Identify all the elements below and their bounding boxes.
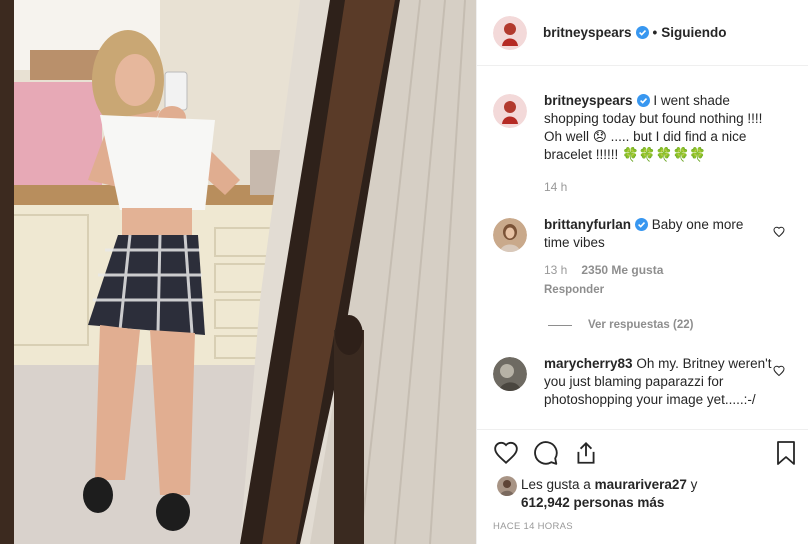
post-photo[interactable] [0, 0, 476, 544]
liked-conjunction: y [690, 477, 698, 492]
replies-divider [548, 324, 572, 326]
verified-icon [635, 26, 649, 39]
caption-username[interactable]: britneyspears [544, 93, 633, 108]
follow-button[interactable]: Siguiendo [661, 25, 726, 40]
comment-icon[interactable] [533, 440, 559, 466]
avatar[interactable] [493, 357, 527, 391]
likes-count-link[interactable]: 612,942 personas más [521, 495, 664, 510]
comment-time[interactable]: 13 h [544, 263, 567, 277]
liked-by: Les gusta a maurarivera27 y 612,942 pers… [497, 476, 797, 512]
comment-username[interactable]: brittanyfurlan [544, 217, 631, 232]
post-header: britneyspears • Siguiendo [477, 0, 808, 66]
avatar[interactable] [493, 94, 527, 128]
action-icons [493, 440, 613, 466]
liked-prefix: Les gusta a [521, 477, 591, 492]
comment-item: marycherry83 Oh my. Britney weren't you … [493, 355, 793, 409]
caption-timestamp[interactable]: 14 h [544, 180, 567, 194]
header-separator: • [652, 25, 658, 40]
bookmark-icon[interactable] [775, 440, 797, 466]
like-comment-heart-icon[interactable] [773, 365, 785, 377]
liked-user-link[interactable]: maurarivera27 [595, 477, 687, 492]
avatar[interactable] [493, 15, 527, 50]
view-replies-button[interactable]: Ver respuestas (22) [548, 319, 693, 331]
post-sidebar: britneyspears • Siguiendo britneyspears … [476, 0, 808, 544]
share-icon[interactable] [573, 440, 599, 466]
avatar[interactable] [493, 218, 527, 252]
view-replies-label: Ver respuestas (22) [588, 319, 694, 331]
verified-icon [636, 94, 650, 107]
action-section: Les gusta a maurarivera27 y 612,942 pers… [477, 429, 808, 544]
caption: britneyspears I went shade shopping toda… [493, 92, 793, 194]
like-comment-heart-icon[interactable] [773, 226, 785, 238]
avatar[interactable] [497, 476, 517, 496]
comments-list[interactable]: britneyspears I went shade shopping toda… [477, 67, 808, 429]
heart-icon[interactable] [493, 440, 519, 466]
header-username[interactable]: britneyspears [543, 25, 632, 40]
comment-username[interactable]: marycherry83 [544, 356, 633, 371]
reply-button[interactable]: Responder [544, 281, 772, 299]
comment-item: brittanyfurlan Baby one more time vibes … [493, 216, 793, 299]
instagram-post: britneyspears • Siguiendo britneyspears … [0, 0, 808, 544]
caption-time: 14 h [544, 180, 772, 194]
verified-icon [635, 218, 649, 231]
comment-likes[interactable]: 2350 Me gusta [581, 263, 663, 277]
post-timestamp[interactable]: HACE 14 HORAS [493, 521, 573, 532]
comment-meta: 13 h 2350 Me gusta [544, 263, 772, 277]
mirror-selfie-image [0, 0, 476, 544]
